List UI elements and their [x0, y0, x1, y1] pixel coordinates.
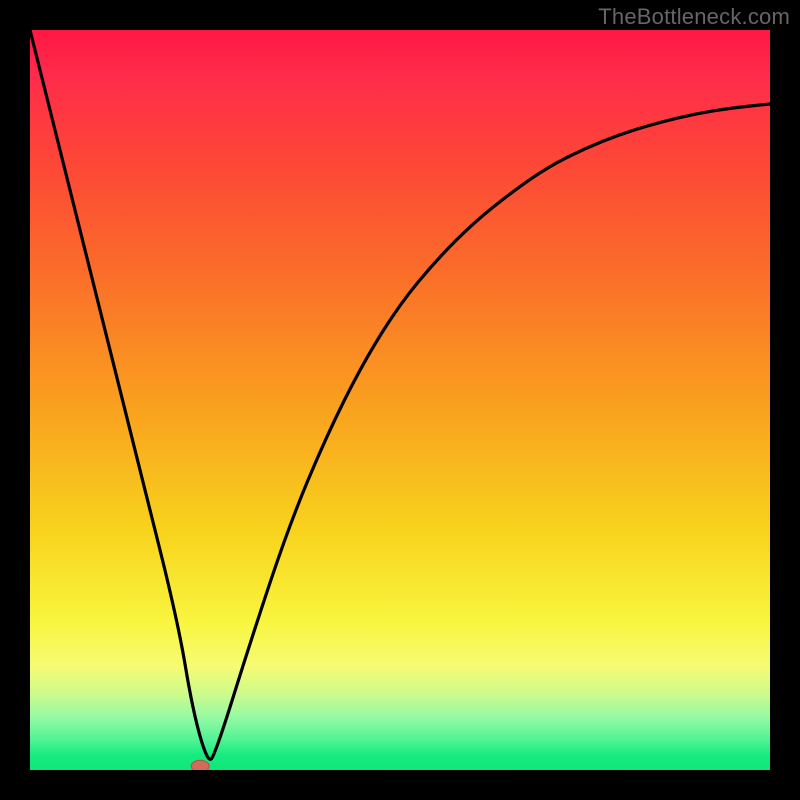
attribution-label: TheBottleneck.com — [598, 4, 790, 30]
bottleneck-curve — [30, 30, 770, 759]
curve-svg — [30, 30, 770, 770]
plot-area — [30, 30, 770, 770]
chart-frame: TheBottleneck.com — [0, 0, 800, 800]
minimum-marker — [191, 760, 209, 770]
